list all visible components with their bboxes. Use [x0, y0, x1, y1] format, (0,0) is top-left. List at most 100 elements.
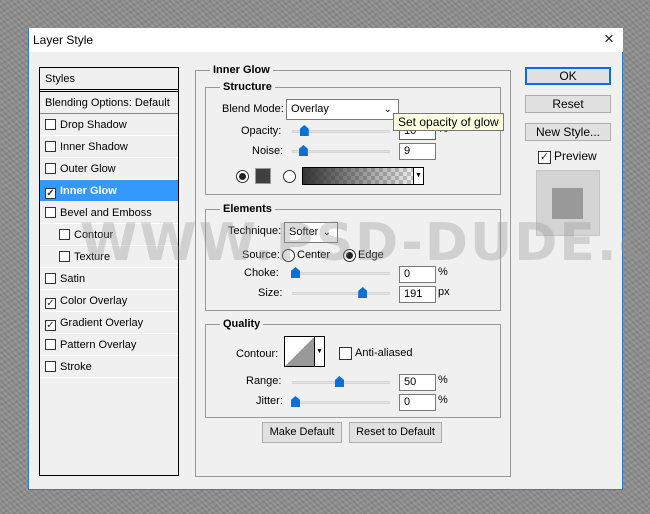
range-slider-thumb[interactable]: [335, 376, 344, 387]
style-item-label: Texture: [74, 251, 111, 263]
reset-to-default-button[interactable]: Reset to Default: [349, 422, 442, 443]
reset-button[interactable]: Reset: [525, 95, 611, 113]
source-edge-radio[interactable]: [343, 249, 356, 262]
noise-label: Noise:: [252, 145, 284, 157]
preview-checkbox[interactable]: ✓: [538, 151, 551, 164]
new-style-button[interactable]: New Style...: [525, 123, 611, 141]
gradient-radio[interactable]: [283, 170, 296, 183]
blending-options-item[interactable]: Blending Options: Default: [40, 92, 178, 114]
style-item-pattern-overlay[interactable]: Pattern Overlay: [40, 334, 178, 356]
checkbox[interactable]: [45, 273, 56, 284]
jitter-label: Jitter:: [256, 395, 283, 407]
range-slider[interactable]: [292, 376, 390, 387]
choke-label: Choke:: [244, 267, 279, 279]
blend-mode-label: Blend Mode:: [222, 103, 284, 115]
style-item-label: Color Overlay: [60, 295, 128, 307]
elements-title: Elements: [220, 203, 275, 215]
style-item-label: Inner Glow: [60, 185, 117, 197]
style-item-bevel-and-emboss[interactable]: Bevel and Emboss: [40, 202, 178, 224]
checkbox[interactable]: [45, 163, 56, 174]
choke-slider-thumb[interactable]: [291, 267, 300, 278]
anti-aliased-label[interactable]: Anti-aliased: [355, 347, 412, 359]
noise-slider[interactable]: [292, 145, 390, 156]
preview-swatch: [552, 188, 583, 219]
size-unit: px: [438, 286, 450, 298]
close-icon[interactable]: ×: [599, 29, 619, 49]
jitter-unit: %: [438, 394, 448, 406]
style-item-gradient-overlay[interactable]: ✓ Gradient Overlay: [40, 312, 178, 334]
source-label: Source:: [242, 249, 280, 261]
style-item-inner-glow[interactable]: ✓ Inner Glow: [40, 180, 178, 202]
structure-title: Structure: [220, 81, 275, 93]
checkbox[interactable]: [45, 119, 56, 130]
checkbox[interactable]: [45, 141, 56, 152]
layer-style-dialog: Layer Style × Styles Blending Options: D…: [28, 28, 623, 490]
source-center-label[interactable]: Center: [297, 249, 330, 261]
inner-glow-group: Inner Glow Structure Blend Mode: Overlay…: [195, 64, 511, 477]
noise-input[interactable]: 9: [399, 143, 436, 160]
choke-input[interactable]: 0: [399, 266, 436, 283]
contour-picker[interactable]: ▼: [284, 336, 325, 367]
opacity-slider[interactable]: [292, 125, 390, 136]
make-default-button[interactable]: Make Default: [262, 422, 342, 443]
source-edge-label[interactable]: Edge: [358, 249, 384, 261]
opacity-slider-thumb[interactable]: [299, 125, 309, 136]
style-item-outer-glow[interactable]: Outer Glow: [40, 158, 178, 180]
size-slider-thumb[interactable]: [358, 287, 368, 298]
blend-mode-select[interactable]: Overlay ⌄: [286, 99, 399, 120]
range-unit: %: [438, 374, 448, 386]
structure-group: Structure Blend Mode: Overlay ⌄ Opacity: …: [205, 81, 501, 195]
checkbox[interactable]: [59, 251, 70, 262]
style-item-contour[interactable]: Contour: [40, 224, 178, 246]
checkbox[interactable]: ✓: [45, 320, 56, 331]
style-item-color-overlay[interactable]: ✓ Color Overlay: [40, 290, 178, 312]
quality-group: Quality Contour: ▼ Anti-aliased Range: 5…: [205, 318, 501, 418]
size-slider[interactable]: [292, 287, 390, 298]
style-item-drop-shadow[interactable]: Drop Shadow: [40, 114, 178, 136]
dropdown-arrow-icon[interactable]: ▼: [314, 337, 324, 366]
style-item-texture[interactable]: Texture: [40, 246, 178, 268]
range-input[interactable]: 50: [399, 374, 436, 391]
checkbox[interactable]: [45, 361, 56, 372]
checkbox[interactable]: [59, 229, 70, 240]
opacity-label: Opacity:: [241, 125, 282, 137]
inner-glow-title: Inner Glow: [210, 64, 273, 76]
checkbox[interactable]: [45, 339, 56, 350]
checkbox[interactable]: [45, 207, 56, 218]
anti-aliased-checkbox[interactable]: [339, 347, 352, 360]
style-item-label: Inner Shadow: [60, 141, 128, 153]
style-item-label: Drop Shadow: [60, 119, 127, 131]
chevron-down-icon: ⌄: [322, 227, 331, 238]
preview-thumbnail: [536, 170, 600, 236]
choke-slider[interactable]: [291, 267, 390, 278]
tooltip: Set opacity of glow: [393, 113, 504, 131]
style-item-label: Bevel and Emboss: [60, 207, 152, 219]
ok-button[interactable]: OK: [525, 67, 611, 85]
style-item-label: Satin: [60, 273, 86, 285]
style-item-stroke[interactable]: Stroke: [40, 356, 178, 378]
solid-color-radio[interactable]: [236, 170, 249, 183]
window-title: Layer Style: [33, 33, 94, 47]
style-item-satin[interactable]: Satin: [40, 268, 178, 290]
contour-preview: [285, 337, 314, 366]
checkbox[interactable]: ✓: [45, 298, 56, 309]
jitter-input[interactable]: 0: [399, 394, 436, 411]
jitter-slider[interactable]: [291, 396, 390, 407]
style-item-inner-shadow[interactable]: Inner Shadow: [40, 136, 178, 158]
title-bar: Layer Style ×: [29, 28, 623, 52]
glow-color-swatch[interactable]: [255, 168, 271, 184]
gradient-picker[interactable]: ▼: [302, 167, 424, 185]
preview-label[interactable]: Preview: [554, 149, 597, 163]
technique-select[interactable]: Softer ⌄: [284, 222, 338, 243]
size-input[interactable]: 191: [399, 286, 436, 303]
style-item-label: Contour: [74, 229, 114, 241]
dropdown-arrow-icon[interactable]: ▼: [413, 168, 423, 184]
quality-title: Quality: [220, 318, 264, 330]
source-center-radio[interactable]: [282, 249, 295, 262]
style-item-label: Gradient Overlay: [60, 317, 144, 329]
jitter-slider-thumb[interactable]: [291, 396, 300, 407]
noise-slider-thumb[interactable]: [298, 145, 308, 156]
checkbox[interactable]: ✓: [45, 188, 56, 199]
styles-header[interactable]: Styles: [40, 68, 178, 92]
styles-list: Styles Blending Options: Default Drop Sh…: [39, 67, 179, 476]
